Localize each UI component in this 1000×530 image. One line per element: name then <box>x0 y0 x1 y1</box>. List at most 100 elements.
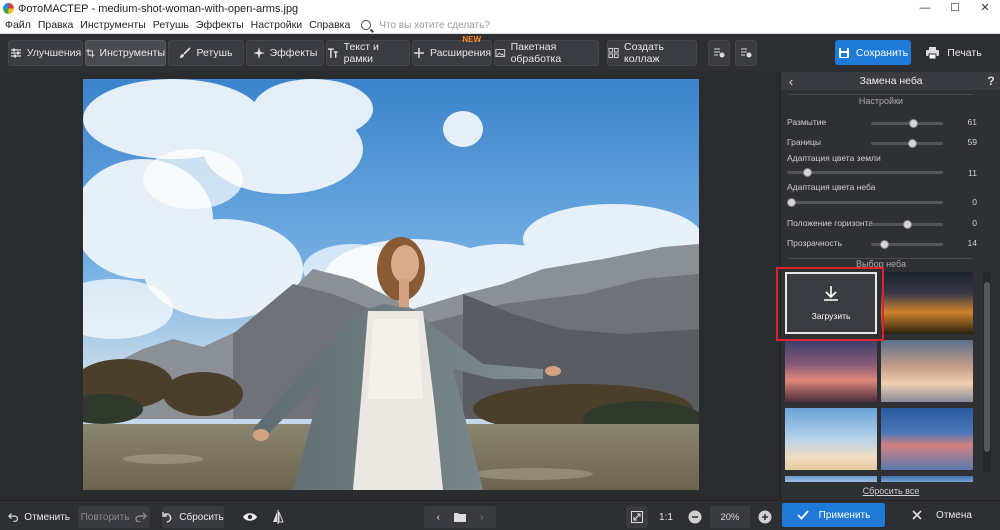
zoom-level[interactable]: 20% <box>710 506 750 528</box>
photo-preview[interactable] <box>83 79 699 490</box>
blur-slider[interactable] <box>871 119 943 128</box>
save-button[interactable]: Сохранить <box>835 40 911 65</box>
reset-label: Сбросить <box>179 511 224 523</box>
chevron-left-icon: ‹ <box>788 73 794 89</box>
sky-thumbnail[interactable] <box>785 340 877 402</box>
batch-processing-button[interactable]: Пакетная обработка <box>494 40 599 66</box>
back-button[interactable]: ‹ <box>781 74 801 89</box>
sky-thumbnail[interactable] <box>881 340 973 402</box>
sky-thumbnail[interactable] <box>881 272 973 334</box>
tab-text-frames[interactable]: Текст и рамки <box>326 40 410 66</box>
opacity-slider[interactable] <box>871 240 943 249</box>
slider-knob[interactable] <box>879 240 889 249</box>
fit-screen-button[interactable] <box>626 506 648 528</box>
file-navigation: ‹ › <box>424 506 496 528</box>
tab-effects[interactable]: Эффекты <box>246 40 324 66</box>
undo-icon <box>8 513 18 522</box>
undo-button[interactable]: Отменить <box>8 506 70 528</box>
setting-value: 61 <box>967 117 977 127</box>
sliders-icon <box>10 48 21 58</box>
list-info-icon <box>741 48 752 58</box>
close-button[interactable]: ✕ <box>970 0 1000 17</box>
compare-toggle[interactable] <box>266 506 290 528</box>
zoom-out-button[interactable] <box>686 506 704 528</box>
canvas-area[interactable] <box>0 72 780 500</box>
print-button[interactable]: Печать <box>915 40 993 65</box>
scrollbar-thumb[interactable] <box>984 282 990 452</box>
save-icon <box>838 47 849 58</box>
tab-label: Улучшения <box>26 47 82 59</box>
setting-value: 0 <box>972 197 977 207</box>
actual-size-button[interactable]: 1:1 <box>654 506 678 528</box>
tab-retouch[interactable]: Ретушь <box>168 40 244 66</box>
divider <box>789 94 973 95</box>
tab-enhancements[interactable]: Улучшения <box>8 40 83 66</box>
slider-knob[interactable] <box>902 220 912 229</box>
tab-label: Текст и рамки <box>343 41 379 65</box>
menu-effects[interactable]: Эффекты <box>196 19 244 31</box>
reset-all-link[interactable]: Сбросить все <box>781 486 1000 496</box>
preview-toggle[interactable] <box>238 506 262 528</box>
menu-help[interactable]: Справка <box>309 19 350 31</box>
cancel-button[interactable]: Отмена <box>890 503 994 527</box>
zoom-in-button[interactable] <box>756 506 774 528</box>
tab-extensions[interactable]: NEW Расширения <box>412 35 492 66</box>
sky-thumbnail[interactable] <box>881 476 973 482</box>
menu-file[interactable]: Файл <box>5 19 31 31</box>
redo-button[interactable]: Повторить <box>78 506 150 528</box>
menu-settings[interactable]: Настройки <box>251 19 303 31</box>
plus-circle-icon <box>758 510 772 524</box>
horizon-slider[interactable] <box>871 220 943 229</box>
gallery-scrollbar[interactable] <box>983 272 991 472</box>
sky-thumbnail[interactable] <box>881 408 973 470</box>
edges-slider[interactable] <box>871 139 943 148</box>
apply-button[interactable]: Применить <box>782 503 885 527</box>
collage-icon <box>608 47 619 59</box>
landscape-photo <box>83 79 699 490</box>
help-button[interactable]: ? <box>981 74 1000 88</box>
app-logo-icon <box>3 3 14 14</box>
tab-label: Инструменты <box>99 47 165 59</box>
setting-horizon: Положение горизонта 0 <box>787 218 977 238</box>
menu-tools[interactable]: Инструменты <box>80 19 145 31</box>
tab-tools[interactable]: Инструменты <box>85 40 166 66</box>
redo-icon <box>135 512 148 522</box>
panel-title: Замена неба <box>859 75 923 87</box>
plus-icon <box>413 48 424 58</box>
check-icon <box>797 510 809 520</box>
folder-icon[interactable] <box>454 512 466 522</box>
window-controls: — ☐ ✕ <box>910 0 1000 17</box>
maximize-button[interactable]: ☐ <box>940 0 970 17</box>
create-collage-button[interactable]: Создать коллаж <box>607 40 697 66</box>
next-image-button[interactable]: › <box>480 512 483 523</box>
minimize-button[interactable]: — <box>910 0 940 17</box>
sky-thumbnail[interactable] <box>785 476 877 482</box>
preset-info-button[interactable] <box>735 40 757 66</box>
search-input[interactable]: Что вы хотите сделать? <box>379 20 490 31</box>
chevron-right-icon: › <box>480 511 484 523</box>
slider-knob[interactable] <box>803 168 813 177</box>
search-icon[interactable] <box>361 20 372 30</box>
menu-retouch[interactable]: Ретушь <box>153 19 189 31</box>
close-icon <box>912 510 922 520</box>
list-add-icon <box>714 48 725 58</box>
text-icon <box>327 48 338 58</box>
add-preset-button[interactable] <box>708 40 730 66</box>
slider-knob[interactable] <box>909 119 919 128</box>
prev-image-button[interactable]: ‹ <box>437 512 440 523</box>
printer-icon <box>926 46 940 59</box>
brush-icon <box>180 47 192 58</box>
slider-knob[interactable] <box>908 139 918 148</box>
reset-icon <box>162 511 172 523</box>
setting-value: 11 <box>968 168 977 178</box>
setting-label: Размытие <box>787 117 827 127</box>
reset-button[interactable]: Сбросить <box>162 506 224 528</box>
eye-icon <box>243 513 257 521</box>
slider-knob[interactable] <box>787 198 796 207</box>
sky-thumbnail[interactable] <box>785 408 877 470</box>
menu-edit[interactable]: Правка <box>38 19 73 31</box>
ground-color-slider[interactable] <box>787 168 943 177</box>
setting-blur: Размытие 61 <box>787 117 977 137</box>
sparkle-icon <box>252 47 265 59</box>
sky-color-slider[interactable] <box>787 198 943 207</box>
